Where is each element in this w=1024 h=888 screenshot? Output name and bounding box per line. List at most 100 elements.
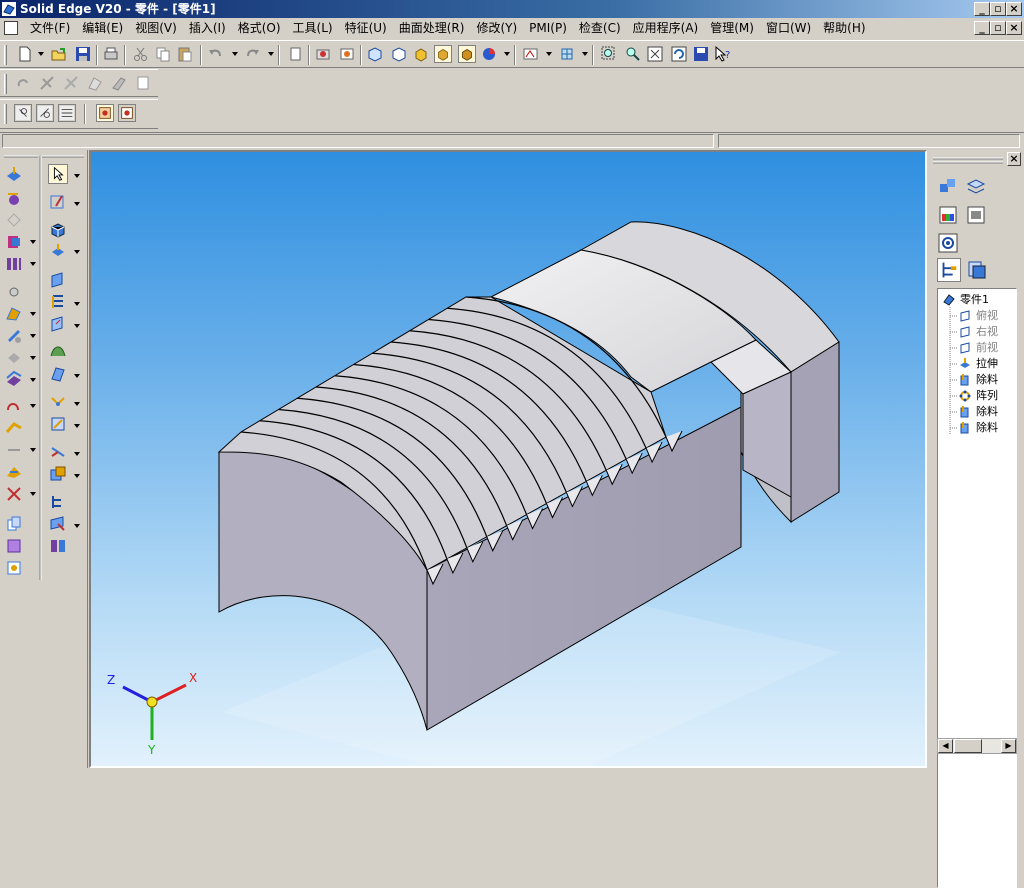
- view-shaded-icon[interactable]: [412, 45, 430, 63]
- mounting-boss-icon[interactable]: [4, 462, 24, 482]
- cut-icon[interactable]: [132, 45, 150, 63]
- thicken-dropdown-icon[interactable]: [30, 378, 36, 382]
- view-front-icon[interactable]: [390, 45, 408, 63]
- select-tool-icon[interactable]: [48, 164, 68, 184]
- intersect-dropdown-icon[interactable]: [74, 402, 80, 406]
- round-dropdown-icon[interactable]: [30, 312, 36, 316]
- vent-dropdown-icon[interactable]: [30, 492, 36, 496]
- helix-dropdown-icon[interactable]: [74, 302, 80, 306]
- new-icon[interactable]: [16, 45, 34, 63]
- menu-item[interactable]: 检查(C): [573, 18, 627, 38]
- redo-icon[interactable]: [244, 45, 262, 63]
- draft-dropdown-icon[interactable]: [30, 356, 36, 360]
- coord-plane-dropdown-icon[interactable]: [74, 324, 80, 328]
- thicken-icon[interactable]: [4, 370, 24, 390]
- library-icon[interactable]: [4, 558, 24, 578]
- part-copy-icon[interactable]: [4, 514, 24, 534]
- menu-item[interactable]: PMI(P): [523, 18, 573, 38]
- menu-item[interactable]: 特征(U): [339, 18, 393, 38]
- ribbon-icon-1[interactable]: [96, 104, 114, 122]
- menu-item[interactable]: 插入(I): [183, 18, 232, 38]
- new-dropdown-icon[interactable]: [38, 52, 44, 56]
- rib-icon[interactable]: [4, 396, 24, 416]
- layers-icon[interactable]: [965, 176, 987, 198]
- grid-dropdown-icon[interactable]: [582, 52, 588, 56]
- sphere-dropdown-icon[interactable]: [504, 52, 510, 56]
- hist-icon-1[interactable]: [14, 74, 32, 92]
- print-icon[interactable]: [102, 45, 120, 63]
- hist-icon-4[interactable]: [86, 74, 104, 92]
- whats-this-icon[interactable]: ?: [714, 45, 732, 63]
- settings-icon[interactable]: [937, 232, 959, 254]
- surface-dropdown-icon[interactable]: [74, 374, 80, 378]
- boolean-icon[interactable]: [48, 464, 68, 484]
- fit-icon[interactable]: [646, 45, 664, 63]
- menu-item[interactable]: 管理(M): [704, 18, 760, 38]
- rotate-view-icon[interactable]: [670, 45, 688, 63]
- assembly-icon[interactable]: [937, 176, 959, 198]
- menu-item[interactable]: 窗口(W): [760, 18, 817, 38]
- toolbar-grip[interactable]: [4, 74, 7, 94]
- sphere-icon[interactable]: [480, 45, 498, 63]
- zoom-icon[interactable]: [624, 45, 642, 63]
- sketch-icon[interactable]: [48, 192, 68, 212]
- loft-icon[interactable]: [4, 210, 24, 230]
- intersect-curve-icon[interactable]: [48, 392, 68, 412]
- menu-item[interactable]: 帮助(H): [817, 18, 871, 38]
- revolve-protrusion-icon[interactable]: [4, 188, 24, 208]
- menu-item[interactable]: 曲面处理(R): [393, 18, 471, 38]
- feature-library-tab-icon[interactable]: [965, 258, 989, 282]
- pathfinder-tree[interactable]: 零件1 俯视 右视 前视 拉伸 除料 阵列 除料 除料: [937, 288, 1017, 888]
- cutout-tool-icon[interactable]: [48, 242, 68, 262]
- view-shaded-active-icon[interactable]: [458, 45, 476, 63]
- toolbar-grip[interactable]: [4, 104, 7, 124]
- pick-icon-3[interactable]: [58, 104, 76, 122]
- scroll-right-button[interactable]: ▶: [1001, 739, 1016, 753]
- scroll-thumb[interactable]: [954, 739, 982, 753]
- paste-icon[interactable]: [176, 45, 194, 63]
- pathfinder-tab-icon[interactable]: [937, 258, 961, 282]
- plane-tool-icon[interactable]: [48, 270, 68, 290]
- sweep-icon[interactable]: [4, 232, 24, 252]
- zoom-area-icon[interactable]: [600, 45, 618, 63]
- undo-dropdown-icon[interactable]: [232, 52, 238, 56]
- render-icon[interactable]: [338, 45, 356, 63]
- menu-item[interactable]: 编辑(E): [76, 18, 129, 38]
- split-face-icon[interactable]: [48, 442, 68, 462]
- helix-icon[interactable]: [48, 292, 68, 312]
- sketch-view-icon[interactable]: [522, 45, 540, 63]
- view-manager-icon[interactable]: [965, 204, 987, 226]
- close-button[interactable]: ×: [1006, 2, 1022, 16]
- model-viewport[interactable]: Z X Y: [89, 150, 927, 768]
- extrude-protrusion-icon[interactable]: [4, 164, 24, 184]
- copy-icon[interactable]: [154, 45, 172, 63]
- view-wire-icon[interactable]: [434, 45, 452, 63]
- menu-item[interactable]: 工具(L): [287, 18, 339, 38]
- select-doc-icon[interactable]: [286, 45, 304, 63]
- doc-close-button[interactable]: ×: [1006, 21, 1022, 35]
- minimize-button[interactable]: _: [974, 2, 990, 16]
- menu-item[interactable]: 格式(O): [232, 18, 287, 38]
- sketch-part-icon[interactable]: [4, 536, 24, 556]
- chamfer-icon[interactable]: [4, 326, 24, 346]
- doc-minimize-button[interactable]: _: [974, 21, 990, 35]
- save-view-icon[interactable]: [692, 45, 710, 63]
- thin-wall-icon[interactable]: [4, 254, 24, 274]
- maximize-button[interactable]: ▫: [990, 2, 1006, 16]
- chamfer-dropdown-icon[interactable]: [30, 334, 36, 338]
- hist-icon-2[interactable]: [38, 74, 56, 92]
- ribbon-icon-2[interactable]: [118, 104, 136, 122]
- boolean-dropdown-icon[interactable]: [74, 474, 80, 478]
- web-network-icon[interactable]: [4, 418, 24, 438]
- select-dropdown-icon[interactable]: [74, 174, 80, 178]
- sketch-dropdown-icon-2[interactable]: [74, 202, 80, 206]
- coord-plane-icon[interactable]: [48, 314, 68, 334]
- part-model-view[interactable]: Z X Y: [91, 152, 927, 768]
- project-curve-icon[interactable]: [48, 414, 68, 434]
- view-iso-icon[interactable]: [366, 45, 384, 63]
- menu-item[interactable]: 修改(Y): [470, 18, 523, 38]
- split-dropdown-icon[interactable]: [74, 452, 80, 456]
- doc-restore-button[interactable]: ▫: [990, 21, 1006, 35]
- undo-icon[interactable]: [206, 45, 224, 63]
- document-icon[interactable]: [4, 21, 18, 35]
